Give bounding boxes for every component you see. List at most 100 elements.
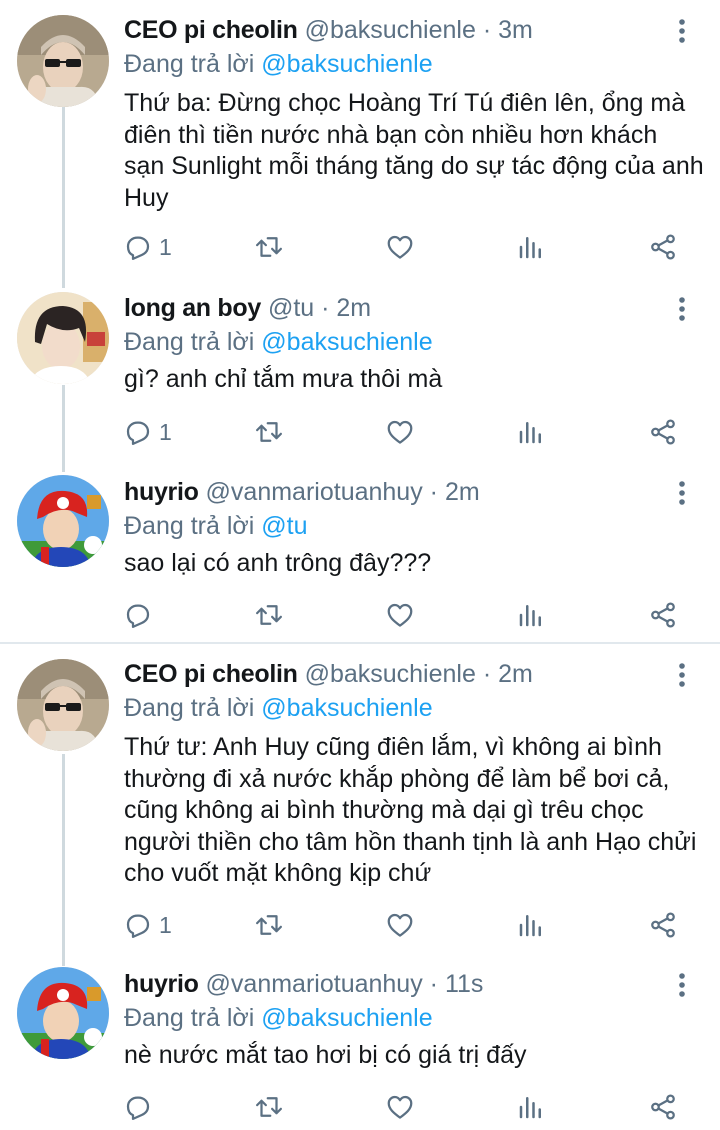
like-button[interactable] <box>385 908 415 942</box>
avatar[interactable] <box>17 15 109 107</box>
replying-mention[interactable]: @tu <box>261 512 307 540</box>
separator-dot: · <box>429 970 438 998</box>
action-bar: 1 <box>0 908 720 942</box>
replying-to: Đang trả lời @baksuchienle <box>124 690 433 726</box>
reply-button[interactable]: 1 <box>123 415 172 449</box>
avatar[interactable] <box>17 659 109 751</box>
tweet[interactable]: huyrio @vanmariotuanhuy · 11s Đang trả l… <box>0 966 720 1130</box>
retweet-button[interactable] <box>254 908 284 942</box>
retweet-button[interactable] <box>254 415 284 449</box>
avatar[interactable] <box>17 475 109 567</box>
tweet-text: Thứ ba: Đừng chọc Hoàng Trí Tú điên lên,… <box>124 89 704 212</box>
analytics-icon <box>519 1097 541 1119</box>
reply-button[interactable]: 1 <box>123 908 172 942</box>
like-button[interactable] <box>385 230 415 264</box>
analytics-button[interactable] <box>516 1090 546 1124</box>
author-name[interactable]: CEO pi cheolin <box>124 660 298 688</box>
share-button[interactable] <box>648 415 678 449</box>
retweet-icon <box>256 605 282 625</box>
replying-to: Đang trả lời @baksuchienle <box>124 46 433 82</box>
author-name[interactable]: CEO pi cheolin <box>124 16 298 44</box>
replying-label: Đang trả lời <box>124 328 262 356</box>
analytics-icon <box>519 237 541 259</box>
reply-button[interactable]: 1 <box>123 230 172 264</box>
share-icon <box>651 419 675 445</box>
reply-count: 1 <box>159 911 172 938</box>
timestamp[interactable]: 2m <box>445 478 480 506</box>
thread-separator <box>0 642 720 644</box>
replying-mention[interactable]: @baksuchienle <box>261 50 432 78</box>
mario-cap-avatar <box>17 967 109 1059</box>
tweet[interactable]: huyrio @vanmariotuanhuy · 2m Đang trả lờ… <box>0 474 720 640</box>
analytics-button[interactable] <box>516 908 546 942</box>
replying-to: Đang trả lời @baksuchienle <box>124 324 433 360</box>
separator-dot: · <box>482 16 492 44</box>
author-handle[interactable]: @vanmariotuanhuy <box>206 970 423 998</box>
avatar[interactable] <box>17 292 109 384</box>
analytics-icon <box>519 422 541 444</box>
replying-label: Đang trả lời <box>124 694 262 722</box>
timestamp[interactable]: 3m <box>498 16 533 44</box>
like-button[interactable] <box>385 598 415 632</box>
analytics-button[interactable] <box>516 415 546 449</box>
reply-icon <box>126 604 150 628</box>
author-handle[interactable]: @baksuchienle <box>305 660 476 688</box>
analytics-button[interactable] <box>516 598 546 632</box>
share-button[interactable] <box>648 908 678 942</box>
author-handle[interactable]: @vanmariotuanhuy <box>206 478 423 506</box>
reply-button[interactable] <box>123 598 159 632</box>
reply-button[interactable] <box>123 1090 159 1124</box>
reply-icon <box>126 236 150 260</box>
analytics-button[interactable] <box>516 230 546 264</box>
action-bar <box>0 1090 720 1124</box>
sunglasses-man-avatar <box>17 659 109 751</box>
share-button[interactable] <box>648 598 678 632</box>
author-handle[interactable]: @tu <box>268 294 314 322</box>
retweet-icon <box>256 1097 282 1117</box>
retweet-icon <box>256 237 282 257</box>
replying-mention[interactable]: @baksuchienle <box>261 694 432 722</box>
more-icon[interactable] <box>667 970 697 1000</box>
replying-label: Đang trả lời <box>124 50 262 78</box>
retweet-icon <box>256 915 282 935</box>
heart-icon <box>387 603 413 627</box>
tweet-text: sao lại có anh trông đây??? <box>124 549 432 577</box>
more-icon[interactable] <box>667 294 697 324</box>
timestamp[interactable]: 11s <box>445 970 483 998</box>
action-bar: 1 <box>0 230 720 264</box>
replying-to: Đang trả lời @baksuchienle <box>124 1000 433 1036</box>
more-icon[interactable] <box>667 16 697 46</box>
retweet-button[interactable] <box>254 1090 284 1124</box>
timestamp[interactable]: 2m <box>498 660 533 688</box>
share-button[interactable] <box>648 230 678 264</box>
share-button[interactable] <box>648 1090 678 1124</box>
more-icon[interactable] <box>667 660 697 690</box>
heart-icon <box>387 420 413 444</box>
separator-dot: · <box>429 478 438 506</box>
retweet-icon <box>256 422 282 442</box>
like-button[interactable] <box>385 415 415 449</box>
retweet-button[interactable] <box>254 598 284 632</box>
like-button[interactable] <box>385 1090 415 1124</box>
share-icon <box>651 912 675 938</box>
action-bar: 1 <box>0 415 720 449</box>
author-name[interactable]: long an boy <box>124 294 261 322</box>
more-icon[interactable] <box>667 478 697 508</box>
mario-cap-avatar <box>17 475 109 567</box>
reply-icon <box>126 1096 150 1120</box>
tweet-text: gì? anh chỉ tắm mưa thôi mà <box>124 365 443 393</box>
replying-mention[interactable]: @baksuchienle <box>261 328 432 356</box>
author-name[interactable]: huyrio <box>124 478 199 506</box>
tweet[interactable]: CEO pi cheolin @baksuchienle · 2m Đang t… <box>0 656 720 956</box>
tweet[interactable]: CEO pi cheolin @baksuchienle · 3m Đang t… <box>0 12 720 272</box>
retweet-button[interactable] <box>254 230 284 264</box>
author-name[interactable]: huyrio <box>124 970 199 998</box>
replying-mention[interactable]: @baksuchienle <box>261 1004 432 1032</box>
heart-icon <box>387 1095 413 1119</box>
author-handle[interactable]: @baksuchienle <box>305 16 476 44</box>
tweet-text: Thứ tư: Anh Huy cũng điên lắm, vì không … <box>124 733 697 887</box>
avatar[interactable] <box>17 967 109 1059</box>
timestamp[interactable]: 2m <box>336 294 371 322</box>
tweet[interactable]: long an boy @tu · 2m Đang trả lời @baksu… <box>0 290 720 460</box>
reply-icon <box>126 914 150 938</box>
